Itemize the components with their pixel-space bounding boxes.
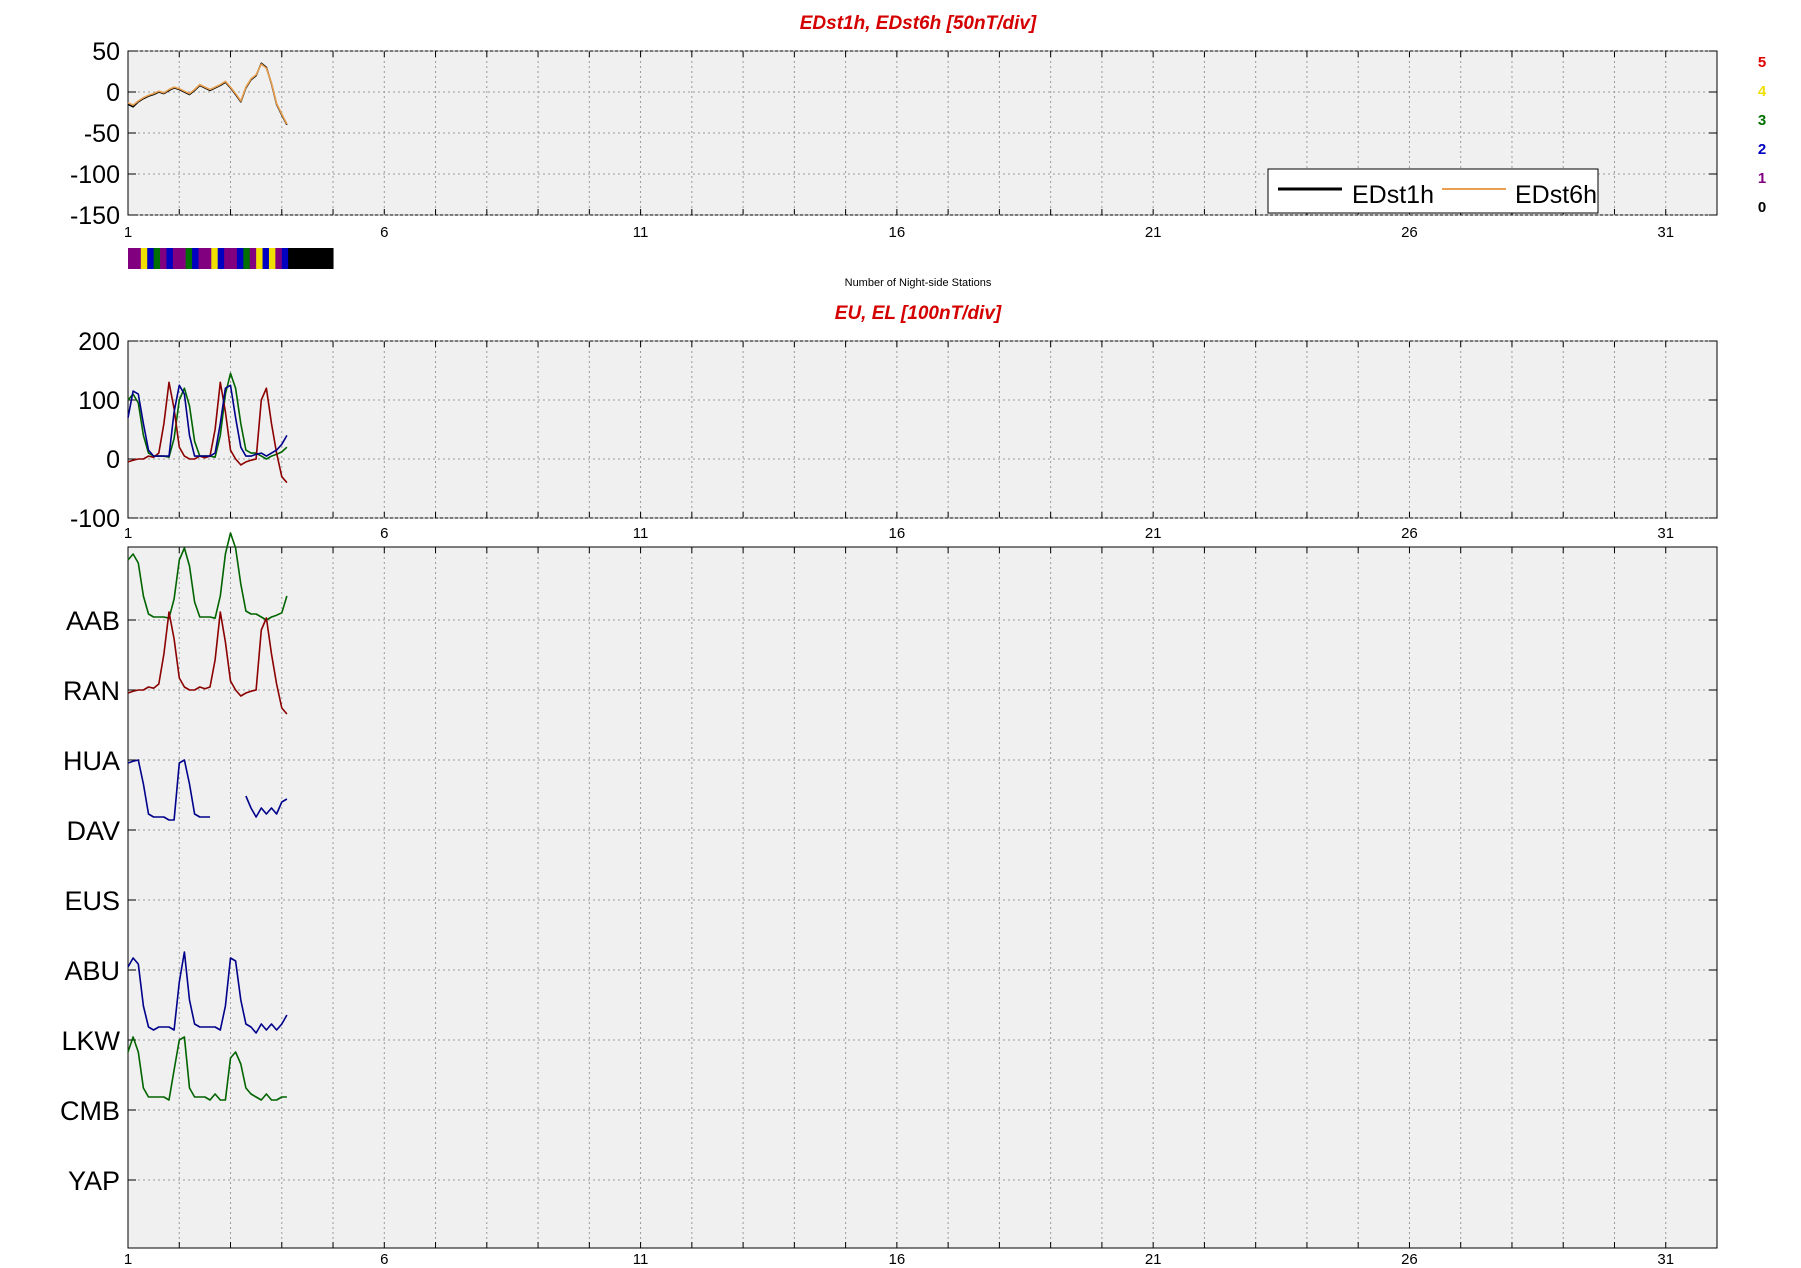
x-tick-label: 21 bbox=[1145, 1251, 1162, 1268]
x-tick-label: 6 bbox=[380, 525, 388, 542]
strip-segment bbox=[281, 248, 289, 269]
y-tick-label: 0 bbox=[106, 446, 120, 474]
station-label: RAN bbox=[63, 676, 120, 706]
strip-segment bbox=[294, 248, 302, 269]
strip-segment bbox=[256, 248, 264, 269]
eu-plot-area bbox=[127, 340, 1718, 519]
strip-segment bbox=[192, 248, 199, 269]
eu-y-tick-labels: 200 100 0 -100 bbox=[70, 328, 120, 533]
key-label: 3 bbox=[1758, 112, 1766, 129]
station-label: ABU bbox=[64, 956, 120, 986]
dst-x-tick-labels: 1 6 11 16 21 26 31 bbox=[124, 224, 1674, 241]
station-label: CMB bbox=[60, 1096, 120, 1126]
x-tick-label: 16 bbox=[889, 224, 906, 241]
strip-segment bbox=[300, 248, 308, 269]
x-tick-label: 11 bbox=[633, 224, 649, 241]
station-count-key: 5 4 3 2 1 0 bbox=[1758, 54, 1767, 216]
strip-segment bbox=[128, 248, 135, 269]
x-tick-label: 6 bbox=[380, 224, 388, 241]
strip-segment bbox=[166, 248, 174, 269]
y-tick-label: 0 bbox=[106, 79, 120, 107]
station-label: LKW bbox=[61, 1026, 120, 1056]
y-tick-label: 100 bbox=[78, 387, 120, 415]
legend-label-edst1h: EDst1h bbox=[1352, 181, 1434, 209]
strip-segment bbox=[307, 248, 315, 269]
station-labels: AAB RAN HUA DAV EUS ABU LKW CMB YAP bbox=[60, 606, 121, 1196]
x-tick-label: 11 bbox=[633, 525, 649, 542]
y-tick-label: 200 bbox=[78, 328, 120, 356]
stations-plot-area bbox=[127, 546, 1718, 1249]
x-tick-label: 31 bbox=[1657, 525, 1674, 542]
x-tick-label: 6 bbox=[380, 1251, 388, 1268]
station-label: HUA bbox=[63, 746, 120, 776]
strip-segment bbox=[160, 248, 167, 269]
y-tick-label: -100 bbox=[70, 505, 120, 533]
x-tick-label: 26 bbox=[1401, 224, 1418, 241]
key-label: 4 bbox=[1758, 83, 1767, 100]
strip-segment bbox=[262, 248, 270, 269]
strip-segment bbox=[249, 248, 257, 269]
eu-panel-title: EU, EL [100nT/div] bbox=[835, 303, 1002, 324]
dst-panel-title: EDst1h, EDst6h [50nT/div] bbox=[800, 13, 1037, 34]
station-label: DAV bbox=[66, 816, 120, 846]
figure: EDst1h, EDst6h [50nT/div] 500-50-100-150… bbox=[60, 13, 1767, 1268]
strip-segment bbox=[153, 248, 161, 269]
y-tick-label: 50 bbox=[92, 38, 120, 66]
strip-segment bbox=[320, 248, 328, 269]
y-tick-label: -50 bbox=[84, 120, 120, 148]
station-label: EUS bbox=[64, 886, 120, 916]
key-label: 1 bbox=[1758, 170, 1766, 187]
strip-segment bbox=[147, 248, 155, 269]
strip-caption: Number of Night-side Stations bbox=[845, 277, 992, 289]
x-tick-label: 21 bbox=[1145, 224, 1162, 241]
strip-segment bbox=[313, 248, 321, 269]
x-tick-label: 31 bbox=[1657, 224, 1674, 241]
strip-segment bbox=[185, 248, 193, 269]
strip-segment bbox=[268, 248, 276, 269]
x-tick-label: 16 bbox=[889, 525, 906, 542]
night-side-station-strip bbox=[128, 248, 334, 269]
y-tick-label: -150 bbox=[70, 202, 120, 230]
station-label: AAB bbox=[66, 606, 120, 636]
dst-y-tick-labels: 50 0 -50 -100 -150 bbox=[70, 38, 120, 230]
strip-segment bbox=[326, 248, 334, 269]
x-tick-label: 26 bbox=[1401, 525, 1418, 542]
key-label: 2 bbox=[1758, 141, 1766, 158]
strip-segment bbox=[134, 248, 142, 269]
strip-segment bbox=[224, 248, 232, 269]
strip-segment bbox=[275, 248, 283, 269]
x-tick-label: 11 bbox=[633, 1251, 649, 1268]
station-label: YAP bbox=[68, 1166, 120, 1196]
strip-segment bbox=[198, 248, 206, 269]
strip-segment bbox=[243, 248, 251, 269]
strip-segment bbox=[211, 248, 219, 269]
key-label: 5 bbox=[1758, 54, 1766, 71]
x-tick-label: 1 bbox=[124, 1251, 132, 1268]
strip-segment bbox=[204, 248, 212, 269]
key-label: 0 bbox=[1758, 199, 1766, 216]
strip-segment bbox=[236, 248, 244, 269]
x-tick-label: 1 bbox=[124, 224, 132, 241]
stations-x-tick-labels: 1 6 11 16 21 26 31 bbox=[124, 1251, 1674, 1268]
legend-label-edst6h: EDst6h bbox=[1515, 181, 1597, 209]
strip-segment bbox=[217, 248, 225, 269]
x-tick-label: 16 bbox=[889, 1251, 906, 1268]
x-tick-label: 26 bbox=[1401, 1251, 1418, 1268]
strip-segment bbox=[172, 248, 180, 269]
strip-segment bbox=[230, 248, 238, 269]
x-tick-label: 1 bbox=[124, 525, 132, 542]
strip-segment bbox=[179, 248, 187, 269]
dst-legend: EDst1h EDst6h bbox=[1267, 168, 1599, 214]
x-tick-label: 21 bbox=[1145, 525, 1162, 542]
strip-segment bbox=[140, 248, 148, 269]
eu-x-tick-labels: 1 6 11 16 21 26 31 bbox=[124, 525, 1674, 542]
y-tick-label: -100 bbox=[70, 161, 120, 189]
x-tick-label: 31 bbox=[1657, 1251, 1674, 1268]
strip-segment bbox=[288, 248, 296, 269]
